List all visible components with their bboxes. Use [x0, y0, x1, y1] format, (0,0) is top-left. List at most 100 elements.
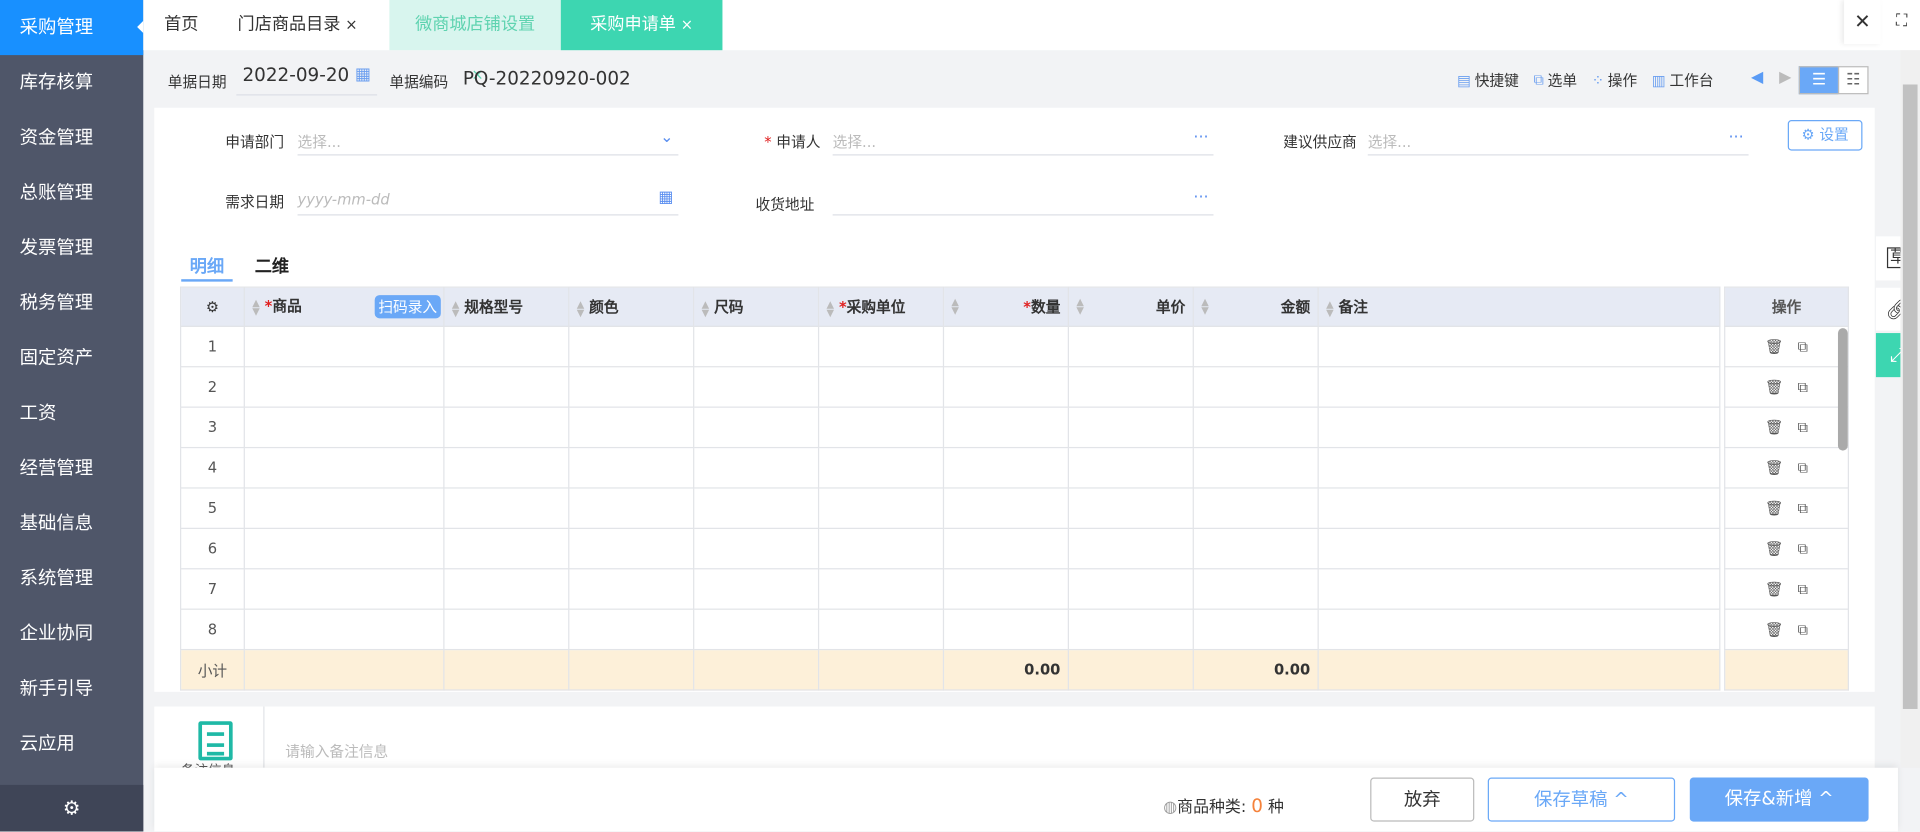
cell[interactable] [1317, 487, 1721, 529]
settings-gear-icon[interactable]: ⚙ [0, 784, 144, 832]
page-scrollbar[interactable] [1900, 50, 1920, 768]
tab[interactable]: 首页 [147, 0, 220, 50]
cell[interactable] [817, 568, 945, 610]
sidebar-item[interactable]: 发票管理 [0, 220, 143, 275]
cell[interactable] [1067, 406, 1194, 449]
cell[interactable] [817, 608, 945, 651]
sidebar-item[interactable]: 总账管理 [0, 165, 143, 220]
sort-icon[interactable]: ▲ ▼ [827, 299, 835, 317]
list-view-icon[interactable]: ☰ [1798, 66, 1840, 95]
cell[interactable] [1192, 325, 1319, 368]
cell[interactable] [693, 487, 820, 529]
cell[interactable] [243, 406, 445, 449]
cell[interactable] [443, 527, 570, 570]
cell[interactable] [942, 608, 1069, 651]
sidebar-item[interactable]: 工资 [0, 386, 143, 441]
sort-icon[interactable]: ▲ ▼ [1076, 296, 1084, 314]
column-header[interactable]: ▲ ▼ 颜色 [568, 286, 695, 327]
calendar-icon[interactable]: ▦ [355, 65, 371, 85]
cell[interactable] [693, 366, 820, 408]
cell[interactable] [443, 366, 570, 408]
cell[interactable] [942, 527, 1069, 570]
settings-button[interactable]: ⚙ 设置 [1787, 120, 1863, 151]
sidebar-item[interactable]: 新手引导 [0, 661, 143, 716]
cell[interactable] [568, 487, 695, 529]
toolbar-button[interactable]: ▤ 快捷键 [1457, 70, 1519, 91]
cell[interactable] [443, 608, 570, 651]
cell[interactable] [443, 446, 570, 489]
cell[interactable] [568, 446, 695, 489]
delete-icon[interactable]: 🗑︎ [1765, 459, 1784, 476]
sidebar-item[interactable]: 基础信息 [0, 496, 143, 551]
delete-icon[interactable]: 🗑︎ [1765, 337, 1784, 354]
tab-detail[interactable]: 明细 [190, 253, 224, 277]
cell[interactable] [243, 325, 445, 368]
sort-icon[interactable]: ▲ ▼ [702, 299, 710, 317]
sidebar-item[interactable]: 采购管理 [0, 0, 144, 56]
cell[interactable] [568, 325, 695, 368]
cell[interactable] [568, 608, 695, 651]
copy-add-icon[interactable]: ⧉ [1798, 418, 1809, 435]
delete-icon[interactable]: 🗑︎ [1765, 418, 1784, 435]
cell[interactable] [942, 446, 1069, 489]
toolbar-button[interactable]: ⧉ 选单 [1534, 70, 1578, 91]
discard-button[interactable]: 放弃 [1370, 777, 1475, 822]
address-input[interactable]: ··· [832, 189, 1214, 216]
cell[interactable] [1067, 487, 1194, 529]
cell[interactable] [942, 366, 1069, 408]
more-icon[interactable]: ··· [1728, 129, 1743, 147]
date-input[interactable]: 2022-09-20 ▦ [236, 64, 378, 96]
column-header[interactable]: ▲ ▼ 单价 [1067, 286, 1194, 327]
copy-add-icon[interactable]: ⧉ [1798, 337, 1809, 354]
need-date-input[interactable]: yyyy-mm-dd ▦ [297, 189, 679, 216]
sort-icon[interactable]: ▲ ▼ [1201, 296, 1209, 314]
cell[interactable] [568, 568, 695, 610]
cell[interactable] [443, 568, 570, 610]
cell[interactable] [817, 527, 945, 570]
cell[interactable] [817, 325, 945, 368]
cell[interactable] [1317, 527, 1721, 570]
sidebar-item[interactable]: 资金管理 [0, 110, 143, 165]
sidebar-item[interactable]: 云应用 [0, 716, 143, 771]
page-scrollbar-thumb[interactable] [1902, 84, 1918, 709]
cell[interactable] [693, 406, 820, 449]
toolbar-button[interactable]: ▥ 工作台 [1652, 70, 1714, 91]
supplier-select[interactable]: 选择... ··· [1367, 129, 1749, 156]
card-view-icon[interactable]: ☷ [1837, 66, 1869, 95]
copy-add-icon[interactable]: ⧉ [1798, 459, 1809, 476]
prev-arrow-icon[interactable]: ◀ [1751, 69, 1763, 87]
cell[interactable] [1192, 568, 1319, 610]
sidebar-item[interactable]: 系统管理 [0, 551, 143, 606]
cell[interactable] [1317, 366, 1721, 408]
close-icon[interactable]: × [345, 16, 357, 33]
cell[interactable] [1067, 608, 1194, 651]
cell[interactable] [443, 325, 570, 368]
scan-entry-button[interactable]: 扫码录入 [374, 295, 441, 319]
cell[interactable] [1317, 446, 1721, 489]
tab[interactable]: 门店商品目录 × [220, 0, 389, 50]
cell[interactable] [568, 366, 695, 408]
cell[interactable] [817, 366, 945, 408]
cell[interactable] [942, 568, 1069, 610]
delete-icon[interactable]: 🗑︎ [1765, 499, 1784, 516]
sort-icon[interactable]: ▲ ▼ [951, 296, 959, 314]
column-header[interactable]: ▲ ▼ 规格型号 [443, 286, 570, 327]
cell[interactable] [817, 446, 945, 489]
cell[interactable] [568, 406, 695, 449]
cell[interactable] [817, 406, 945, 449]
cell[interactable] [243, 487, 445, 529]
next-arrow-icon[interactable]: ▶ [1779, 69, 1791, 87]
cell[interactable] [243, 366, 445, 408]
column-header[interactable]: ▲ ▼ *商品 扫码录入 [243, 286, 445, 327]
table-scrollbar[interactable] [1837, 328, 1848, 451]
delete-icon[interactable]: 🗑︎ [1765, 580, 1784, 597]
copy-add-icon[interactable]: ⧉ [1798, 539, 1809, 556]
delete-icon[interactable]: 🗑︎ [1765, 539, 1784, 556]
more-icon[interactable]: ··· [1193, 129, 1208, 147]
delete-icon[interactable]: 🗑︎ [1765, 378, 1784, 395]
column-settings-icon[interactable]: ⚙ [180, 286, 245, 327]
sort-icon[interactable]: ▲ ▼ [252, 298, 260, 316]
cell[interactable] [243, 527, 445, 570]
close-icon[interactable]: × [681, 16, 693, 33]
cell[interactable] [243, 568, 445, 610]
